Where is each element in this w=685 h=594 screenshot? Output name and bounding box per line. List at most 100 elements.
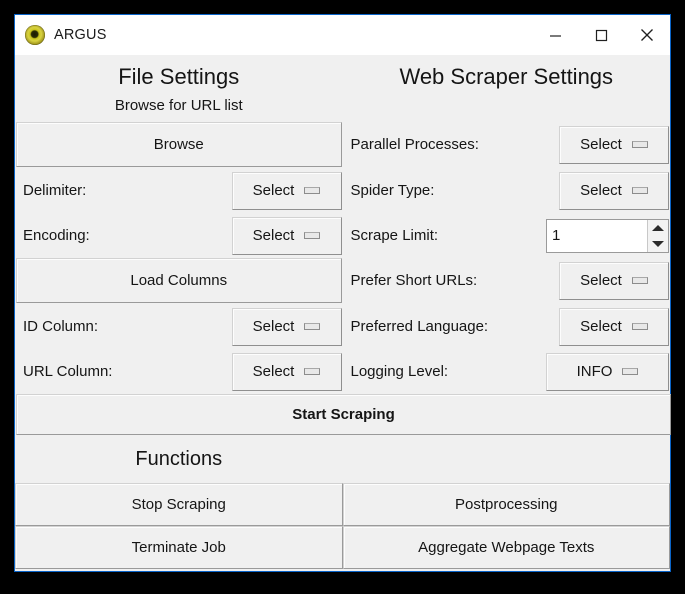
stop-scraping-button[interactable]: Stop Scraping xyxy=(15,483,343,526)
delimiter-dropdown[interactable]: Select xyxy=(231,171,342,210)
right-cell-prefer-short-urls: Prefer Short URLs: Select xyxy=(343,258,671,304)
functions-row-2: Terminate Job Aggregate Webpage Texts xyxy=(15,526,670,569)
parallel-processes-label: Parallel Processes: xyxy=(350,136,479,153)
web-scraper-column-head: Web Scraper Settings xyxy=(343,55,671,122)
id-column-value: Select xyxy=(252,318,295,335)
window-controls xyxy=(532,15,670,55)
delimiter-row: Delimiter: Select xyxy=(15,168,343,213)
spider-type-value: Select xyxy=(580,182,622,199)
prefer-short-urls-label: Prefer Short URLs: xyxy=(350,272,478,289)
left-cell-url-column: URL Column: Select xyxy=(15,349,343,394)
delimiter-value: Select xyxy=(252,182,295,199)
logging-level-row: Logging Level: INFO xyxy=(343,349,671,394)
preferred-language-row: Preferred Language: Select xyxy=(343,304,671,349)
delimiter-label: Delimiter: xyxy=(23,182,87,199)
file-settings-heading: File Settings xyxy=(118,64,240,89)
dropdown-indicator-icon xyxy=(631,141,648,148)
scrape-limit-row: Scrape Limit: 1 xyxy=(343,213,671,258)
encoding-value: Select xyxy=(252,227,295,244)
maximize-button[interactable] xyxy=(578,15,624,55)
encoding-label: Encoding: xyxy=(23,227,90,244)
logging-level-value: INFO xyxy=(576,363,613,380)
window-title: ARGUS xyxy=(54,27,107,43)
chevron-down-icon xyxy=(652,240,664,247)
browse-button[interactable]: Browse xyxy=(16,122,342,167)
parallel-processes-row: Parallel Processes: Select xyxy=(343,122,671,167)
spider-type-label: Spider Type: xyxy=(350,182,435,199)
left-cell-load-columns: Load Columns xyxy=(15,258,343,304)
url-column-row: URL Column: Select xyxy=(15,349,343,394)
left-cell-id-column: ID Column: Select xyxy=(15,304,343,349)
id-column-label: ID Column: xyxy=(23,318,99,335)
url-column-value: Select xyxy=(252,363,295,380)
aggregate-webpage-texts-button[interactable]: Aggregate Webpage Texts xyxy=(342,526,670,569)
left-cell-browse: Browse xyxy=(15,122,343,168)
id-column-row: ID Column: Select xyxy=(15,304,343,349)
right-cell-spider-type: Spider Type: Select xyxy=(343,168,671,213)
spider-type-dropdown[interactable]: Select xyxy=(559,171,669,210)
functions-heading-spacer xyxy=(343,436,671,483)
minimize-button[interactable] xyxy=(532,15,578,55)
section-headings: File Settings Browse for URL list Web Sc… xyxy=(15,55,670,122)
left-cell-encoding: Encoding: Select xyxy=(15,213,343,258)
dropdown-indicator-icon xyxy=(304,187,321,194)
close-button[interactable] xyxy=(624,15,670,55)
preferred-language-label: Preferred Language: xyxy=(350,318,489,335)
spinbox-buttons xyxy=(647,219,668,252)
load-columns-button[interactable]: Load Columns xyxy=(16,258,342,303)
browse-for-url-list-label: Browse for URL list xyxy=(114,97,243,114)
row-band-5: ID Column: Select Preferred Language: Se… xyxy=(15,304,670,349)
preferred-language-value: Select xyxy=(580,318,622,335)
row-band-1: Browse Parallel Processes: Select xyxy=(15,122,670,168)
url-column-dropdown[interactable]: Select xyxy=(231,352,342,391)
functions-heading-cell: Functions xyxy=(15,436,343,483)
encoding-row: Encoding: Select xyxy=(15,213,343,258)
right-cell-parallel-processes: Parallel Processes: Select xyxy=(343,122,671,168)
right-cell-scrape-limit: Scrape Limit: 1 xyxy=(343,213,671,258)
preferred-language-dropdown[interactable]: Select xyxy=(559,307,669,346)
dropdown-indicator-icon xyxy=(631,187,648,194)
right-cell-preferred-language: Preferred Language: Select xyxy=(343,304,671,349)
parallel-processes-dropdown[interactable]: Select xyxy=(559,125,669,164)
spinbox-increment-button[interactable] xyxy=(648,220,668,236)
dropdown-indicator-icon xyxy=(631,323,648,330)
dropdown-indicator-icon xyxy=(304,232,321,239)
encoding-dropdown[interactable]: Select xyxy=(231,216,342,255)
right-cell-logging-level: Logging Level: INFO xyxy=(343,349,671,394)
scrape-limit-value[interactable]: 1 xyxy=(547,220,647,252)
prefer-short-urls-dropdown[interactable]: Select xyxy=(559,261,669,300)
dropdown-indicator-icon xyxy=(304,323,321,330)
logging-level-label: Logging Level: xyxy=(350,363,449,380)
left-cell-delimiter: Delimiter: Select xyxy=(15,168,343,213)
postprocessing-button[interactable]: Postprocessing xyxy=(342,483,670,526)
chevron-up-icon xyxy=(652,224,664,231)
id-column-dropdown[interactable]: Select xyxy=(231,307,342,346)
dropdown-indicator-icon xyxy=(622,368,639,375)
window-content: File Settings Browse for URL list Web Sc… xyxy=(15,55,671,571)
prefer-short-urls-value: Select xyxy=(580,272,622,289)
url-column-label: URL Column: xyxy=(23,363,113,380)
web-scraper-settings-heading: Web Scraper Settings xyxy=(399,64,614,89)
functions-heading-band: Functions xyxy=(15,436,670,483)
logging-level-dropdown[interactable]: INFO xyxy=(546,352,669,391)
functions-heading: Functions xyxy=(135,448,223,470)
terminate-job-button[interactable]: Terminate Job xyxy=(15,526,343,569)
row-band-6: URL Column: Select Logging Level: INFO xyxy=(15,349,670,394)
spinbox-decrement-button[interactable] xyxy=(648,236,668,252)
row-band-3: Encoding: Select Scrape Limit: 1 xyxy=(15,213,670,258)
title-bar: ARGUS xyxy=(15,15,670,55)
row-band-4: Load Columns Prefer Short URLs: Select xyxy=(15,258,670,304)
prefer-short-urls-row: Prefer Short URLs: Select xyxy=(343,258,671,303)
functions-row-1: Stop Scraping Postprocessing xyxy=(15,483,670,526)
dropdown-indicator-icon xyxy=(304,368,321,375)
start-scraping-button[interactable]: Start Scraping xyxy=(16,394,671,435)
spider-type-row: Spider Type: Select xyxy=(343,168,671,213)
scrape-limit-spinbox[interactable]: 1 xyxy=(546,218,669,253)
row-band-2: Delimiter: Select Spider Type: Select xyxy=(15,168,670,213)
dropdown-indicator-icon xyxy=(631,277,648,284)
parallel-processes-value: Select xyxy=(580,136,622,153)
eye-icon xyxy=(25,25,45,45)
application-window: ARGUS File Settings Browse for URL list … xyxy=(14,14,671,572)
